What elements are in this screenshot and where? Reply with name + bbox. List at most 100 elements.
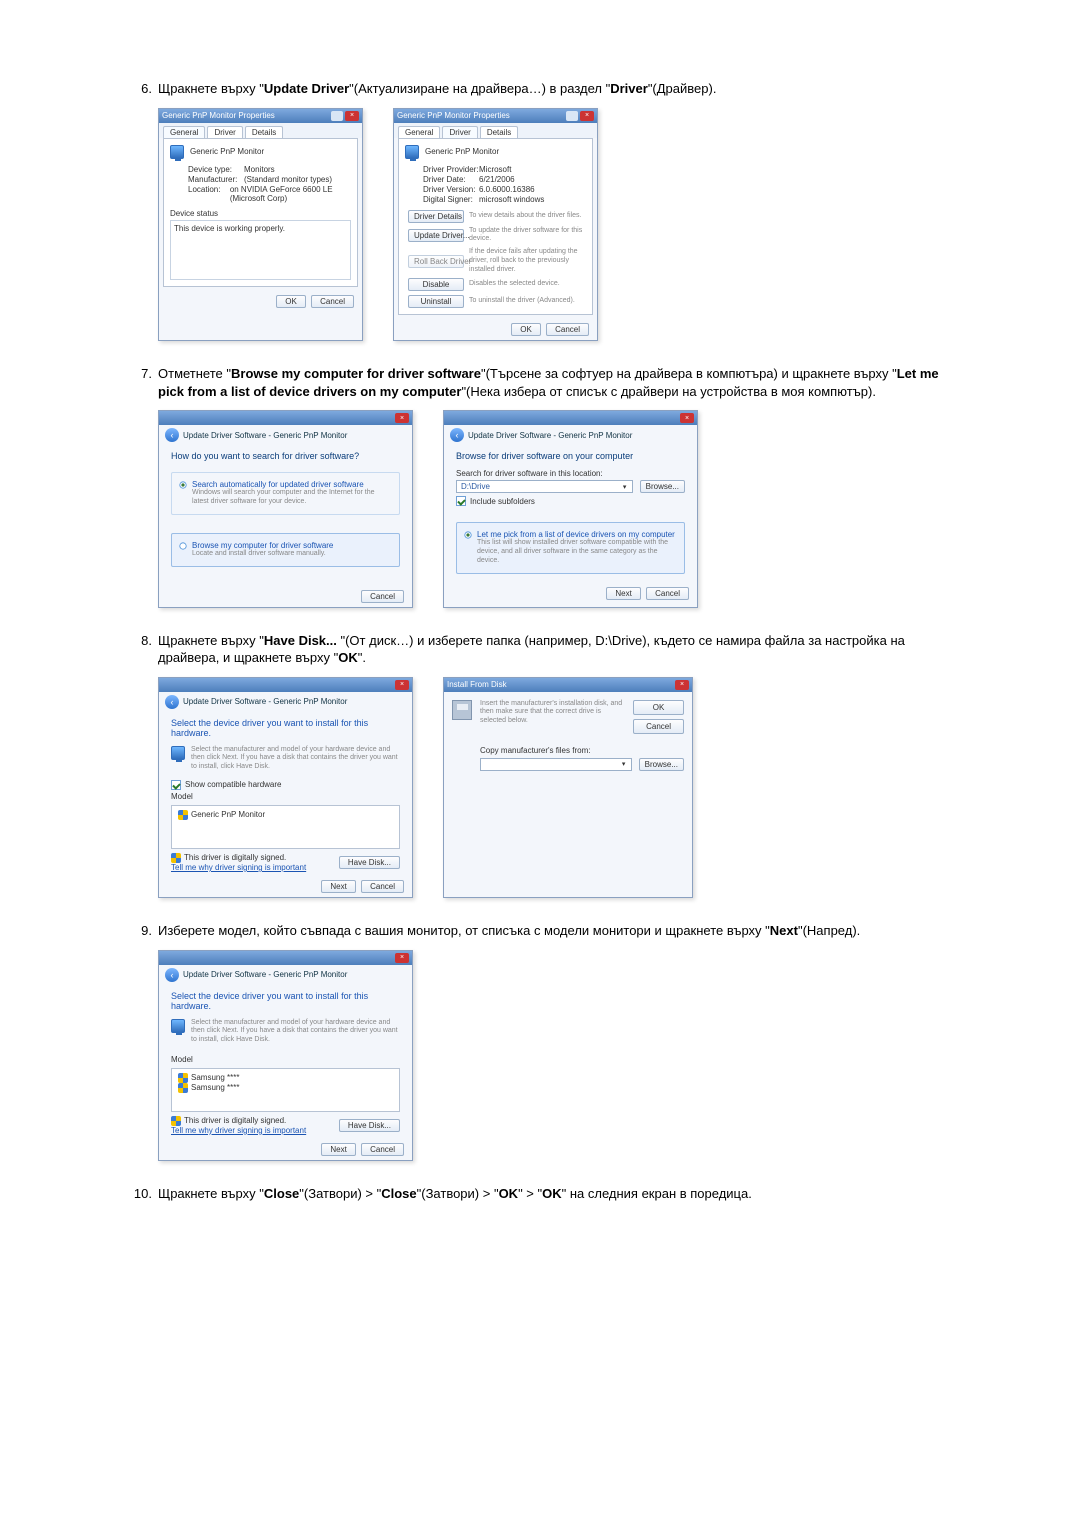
tab-general[interactable]: General — [163, 126, 205, 138]
tab-general[interactable]: General — [398, 126, 440, 138]
wizard-heading: Browse for driver software on your compu… — [444, 445, 697, 469]
close-icon[interactable]: × — [395, 680, 409, 690]
monitor-icon — [171, 746, 185, 760]
model-listbox[interactable]: Samsung **** Samsung **** — [171, 1068, 400, 1112]
cancel-button[interactable]: Cancel — [646, 587, 689, 600]
list-item[interactable]: Samsung **** — [178, 1083, 393, 1093]
select-model-dialog: × ‹Update Driver Software - Generic PnP … — [158, 950, 413, 1161]
rollback-driver-button[interactable]: Roll Back Driver — [408, 255, 464, 268]
next-button[interactable]: Next — [606, 587, 640, 600]
option-search-auto[interactable]: Search automatically for updated driver … — [171, 472, 400, 515]
disable-button[interactable]: Disable — [408, 278, 464, 291]
option-let-me-pick[interactable]: Let me pick from a list of device driver… — [456, 522, 685, 573]
status-heading: Device status — [170, 209, 351, 218]
next-button[interactable]: Next — [321, 880, 355, 893]
tab-driver[interactable]: Driver — [442, 126, 477, 138]
include-subfolders-checkbox[interactable] — [456, 496, 466, 506]
monitor-icon — [170, 145, 184, 159]
browse-button[interactable]: Browse... — [639, 758, 684, 771]
tab-details[interactable]: Details — [245, 126, 283, 138]
step-number: 10. — [130, 1185, 158, 1203]
browse-for-driver-dialog: × ‹Update Driver Software - Generic PnP … — [443, 410, 698, 607]
cancel-button[interactable]: Cancel — [633, 719, 684, 734]
cancel-button[interactable]: Cancel — [361, 1143, 404, 1156]
back-arrow-icon[interactable]: ‹ — [165, 968, 179, 982]
list-item[interactable]: Generic PnP Monitor — [178, 810, 393, 820]
device-name: Generic PnP Monitor — [425, 147, 499, 156]
have-disk-button[interactable]: Have Disk... — [339, 856, 400, 869]
close-icon[interactable]: × — [345, 111, 359, 121]
model-listbox[interactable]: Generic PnP Monitor — [171, 805, 400, 849]
wizard-heading: Select the device driver you want to ins… — [159, 985, 412, 1019]
have-disk-button[interactable]: Have Disk... — [339, 1119, 400, 1132]
step-text: Изберете модел, който съвпада с вашия мо… — [158, 922, 950, 940]
close-icon[interactable]: × — [395, 953, 409, 963]
wizard-header: ‹Update Driver Software - Generic PnP Mo… — [159, 692, 412, 712]
ok-button[interactable]: OK — [633, 700, 684, 715]
step-10: 10. Щракнете върху "Close"(Затвори) > "C… — [130, 1185, 950, 1203]
driver-details-button[interactable]: Driver Details — [408, 210, 464, 223]
step-9: 9. Изберете модел, който съвпада с вашия… — [130, 922, 950, 1161]
properties-dialog-driver: Generic PnP Monitor Properties × General… — [393, 108, 598, 342]
monitor-icon — [405, 145, 419, 159]
update-driver-how-dialog: × ‹Update Driver Software - Generic PnP … — [158, 410, 413, 607]
screenshot-row-6: Generic PnP Monitor Properties × General… — [158, 108, 950, 342]
shield-icon — [178, 810, 188, 820]
screenshot-row-7: × ‹Update Driver Software - Generic PnP … — [158, 410, 950, 607]
wizard-header: ‹Update Driver Software - Generic PnP Mo… — [444, 425, 697, 445]
status-box: This device is working properly. — [170, 220, 351, 280]
step-8: 8. Щракнете върху "Have Disk... "(От дис… — [130, 632, 950, 898]
signing-link[interactable]: Tell me why driver signing is important — [171, 863, 306, 872]
back-arrow-icon[interactable]: ‹ — [165, 428, 179, 442]
search-location-input[interactable]: D:\Drive▾ — [456, 480, 633, 493]
shield-icon — [171, 853, 181, 863]
step-text: Щракнете върху "Close"(Затвори) > "Close… — [158, 1185, 950, 1203]
model-heading: Model — [171, 792, 400, 801]
shield-icon — [171, 1116, 181, 1126]
chevron-down-icon[interactable]: ▾ — [620, 483, 630, 491]
cancel-button[interactable]: Cancel — [311, 295, 354, 308]
chevron-down-icon[interactable]: ▾ — [619, 760, 629, 768]
close-icon[interactable]: × — [675, 680, 689, 690]
install-from-disk-dialog: Install From Disk× Insert the manufactur… — [443, 677, 693, 898]
ok-button[interactable]: OK — [511, 323, 541, 336]
step-number: 8. — [130, 632, 158, 667]
floppy-disk-icon — [452, 700, 472, 720]
wizard-header: ‹Update Driver Software - Generic PnP Mo… — [159, 425, 412, 445]
uninstall-button[interactable]: Uninstall — [408, 295, 464, 308]
close-icon[interactable]: × — [395, 413, 409, 423]
cancel-button[interactable]: Cancel — [361, 590, 404, 603]
tab-details[interactable]: Details — [480, 126, 518, 138]
cancel-button[interactable]: Cancel — [361, 880, 404, 893]
back-arrow-icon[interactable]: ‹ — [450, 428, 464, 442]
option-browse-computer[interactable]: Browse my computer for driver softwareLo… — [171, 533, 400, 567]
screenshot-row-9: × ‹Update Driver Software - Generic PnP … — [158, 950, 950, 1161]
copy-from-input[interactable]: ▾ — [480, 758, 632, 771]
dialog-title: Generic PnP Monitor Properties — [397, 111, 510, 120]
step-text: Щракнете върху "Update Driver"(Актуализи… — [158, 80, 950, 98]
close-icon[interactable]: × — [580, 111, 594, 121]
wizard-heading: Select the device driver you want to ins… — [159, 712, 412, 746]
browse-button[interactable]: Browse... — [640, 480, 685, 493]
help-icon[interactable] — [331, 111, 343, 121]
monitor-icon — [171, 1019, 185, 1033]
signing-link[interactable]: Tell me why driver signing is important — [171, 1126, 306, 1135]
step-number: 9. — [130, 922, 158, 940]
back-arrow-icon[interactable]: ‹ — [165, 695, 179, 709]
close-icon[interactable]: × — [680, 413, 694, 423]
help-icon[interactable] — [566, 111, 578, 121]
update-driver-button[interactable]: Update Driver... — [408, 229, 464, 242]
step-number: 7. — [130, 365, 158, 400]
step-text: Щракнете върху "Have Disk... "(От диск…)… — [158, 632, 950, 667]
cancel-button[interactable]: Cancel — [546, 323, 589, 336]
next-button[interactable]: Next — [321, 1143, 355, 1156]
shield-icon — [178, 1083, 188, 1093]
step-number: 6. — [130, 80, 158, 98]
ok-button[interactable]: OK — [276, 295, 306, 308]
show-compatible-checkbox[interactable] — [171, 780, 181, 790]
tab-driver[interactable]: Driver — [207, 126, 242, 138]
search-label: Search for driver software in this locat… — [456, 469, 685, 478]
step-7: 7. Отметнете "Browse my computer for dri… — [130, 365, 950, 607]
device-name: Generic PnP Monitor — [190, 147, 264, 156]
list-item[interactable]: Samsung **** — [178, 1073, 393, 1083]
